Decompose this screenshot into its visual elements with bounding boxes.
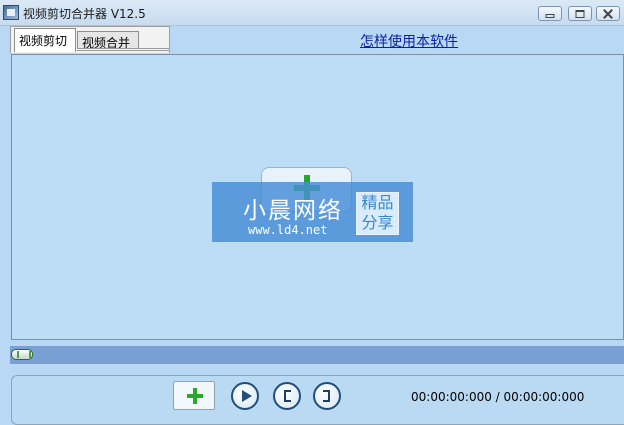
close-button[interactable]: [596, 6, 620, 21]
tab-divider: [77, 48, 169, 51]
timeline-track[interactable]: [10, 346, 624, 364]
play-button[interactable]: [231, 382, 259, 410]
watermark-badge-line2: 分享: [361, 213, 394, 232]
controls-panel: 00:00:00:000 / 00:00:00:000: [11, 375, 624, 425]
help-link[interactable]: 怎样使用本软件: [360, 31, 458, 51]
tab-strip: 视频剪切 视频合并: [10, 26, 170, 53]
app-icon: [3, 5, 19, 20]
app-window: 视频剪切合并器 V12.5 视频剪切 视频合并 怎样使用本软件 小晨网络 www…: [0, 0, 624, 425]
close-icon: [603, 9, 613, 19]
play-icon: [242, 390, 252, 402]
add-file-button[interactable]: [173, 381, 215, 410]
mark-in-button[interactable]: [273, 382, 301, 410]
maximize-icon: [575, 9, 585, 18]
video-preview-area[interactable]: 小晨网络 www.ld4.net 精品 分享: [11, 54, 624, 340]
minimize-icon: [545, 13, 555, 18]
watermark-badge-line1: 精品: [361, 193, 394, 212]
plus-icon: [187, 388, 203, 404]
watermark-url: www.ld4.net: [248, 223, 328, 237]
title-bar[interactable]: 视频剪切合并器 V12.5: [0, 0, 624, 26]
maximize-button[interactable]: [568, 6, 592, 21]
tab-video-cut[interactable]: 视频剪切: [14, 28, 76, 52]
mark-out-button[interactable]: [313, 382, 341, 410]
window-title: 视频剪切合并器 V12.5: [23, 7, 146, 21]
time-readout: 00:00:00:000 / 00:00:00:000: [411, 390, 585, 404]
watermark-badge: 精品 分享: [356, 192, 399, 235]
timeline-handle[interactable]: [11, 349, 33, 360]
watermark-overlay: 小晨网络 www.ld4.net 精品 分享: [212, 182, 413, 242]
mark-in-bracket-icon: [284, 390, 291, 402]
mark-out-bracket-icon: [323, 390, 330, 402]
watermark-title: 小晨网络: [243, 198, 343, 224]
minimize-button[interactable]: [538, 6, 562, 21]
